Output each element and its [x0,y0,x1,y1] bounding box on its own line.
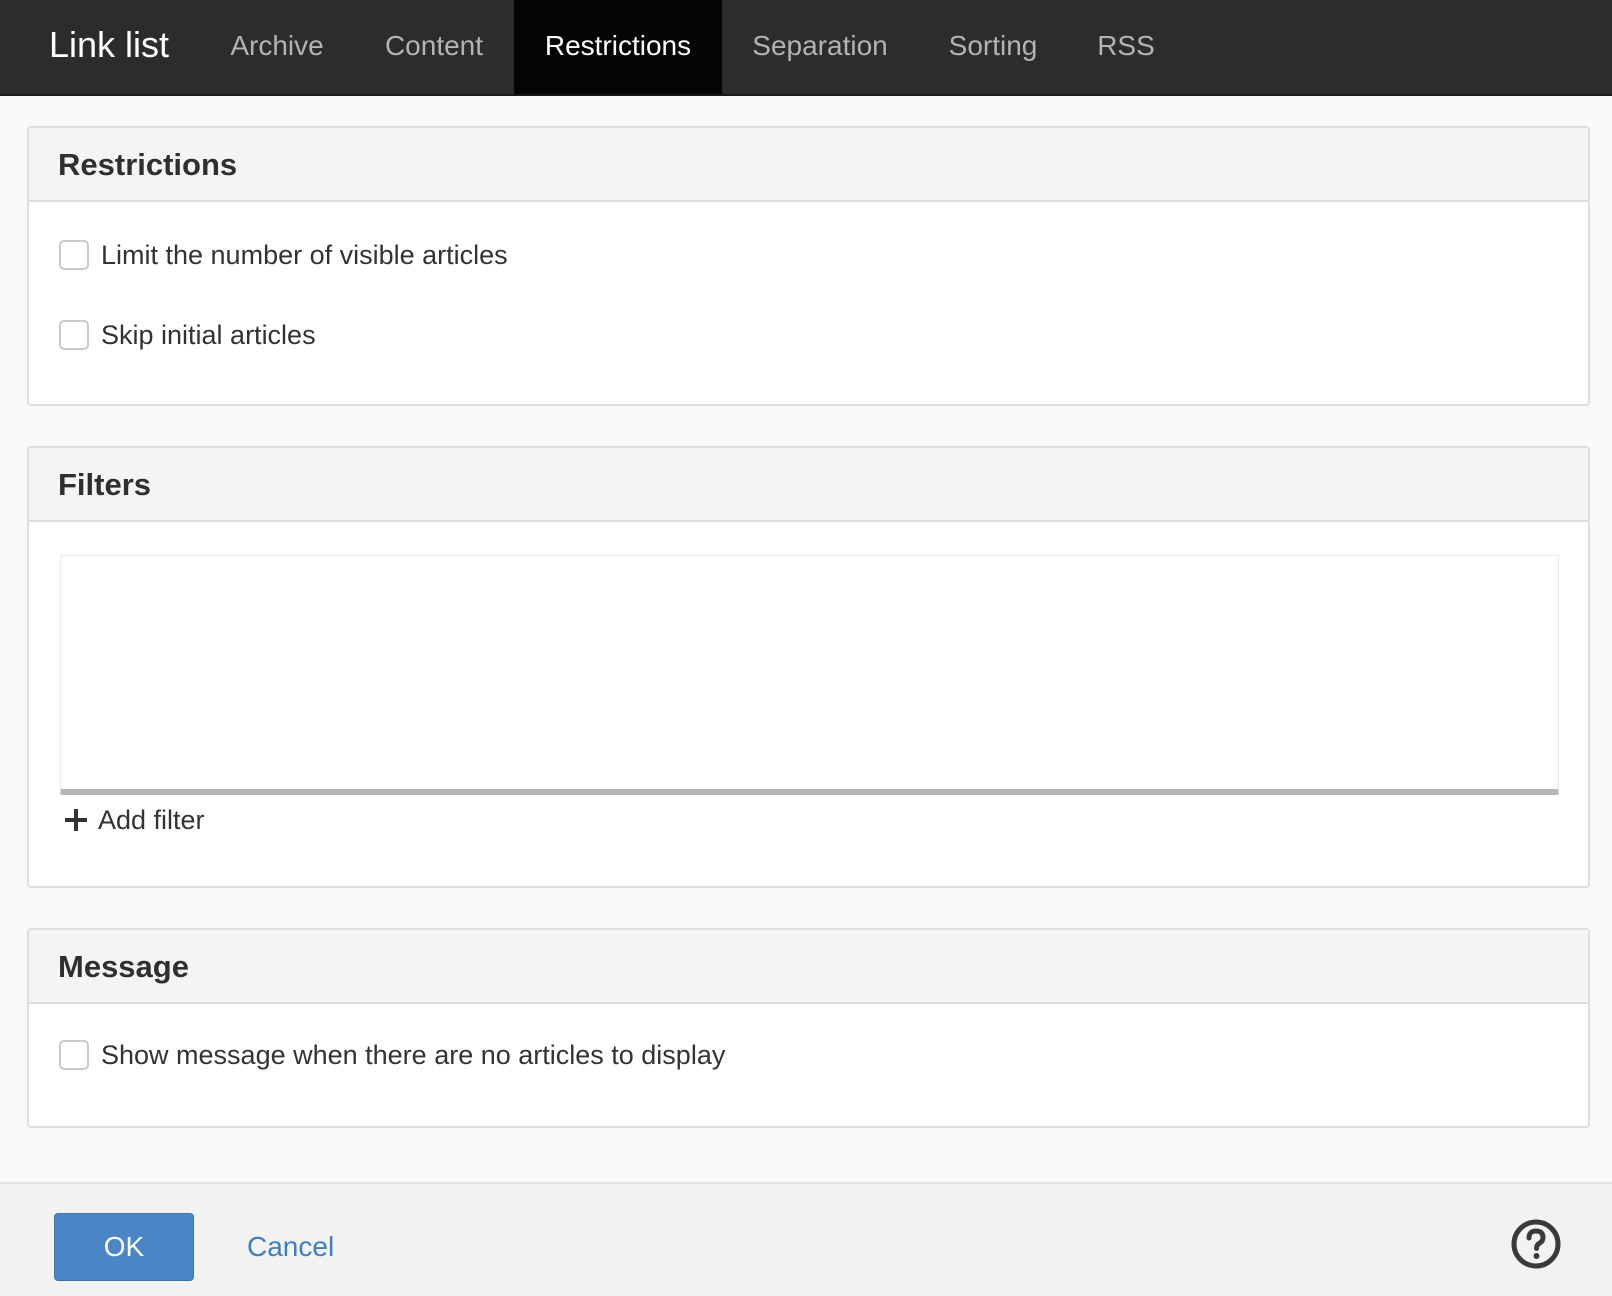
ok-button[interactable]: OK [54,1213,194,1281]
limit-visible-articles-checkbox[interactable] [59,240,89,270]
limit-visible-articles-label[interactable]: Limit the number of visible articles [101,238,508,272]
plus-icon [65,809,87,831]
top-nav-bar: Link list Archive Content Restrictions S… [0,0,1612,96]
filters-panel: Filters Add filter [27,446,1590,888]
message-panel-title: Message [29,930,1588,1004]
skip-initial-articles-label[interactable]: Skip initial articles [101,318,316,352]
restrictions-panel-title: Restrictions [29,128,1588,202]
tab-archive[interactable]: Archive [206,0,348,94]
filter-list-area[interactable] [60,555,1559,795]
message-panel: Message Show message when there are no a… [27,928,1590,1128]
tab-restrictions[interactable]: Restrictions [514,0,722,94]
restrictions-panel: Restrictions Limit the number of visible… [27,126,1590,406]
cancel-button[interactable]: Cancel [247,1213,334,1281]
show-message-label[interactable]: Show message when there are no articles … [101,1038,725,1072]
tab-content[interactable]: Content [357,0,511,94]
skip-initial-articles-checkbox[interactable] [59,320,89,350]
question-circle-icon[interactable] [1510,1218,1562,1270]
show-message-checkbox[interactable] [59,1040,89,1070]
dialog-footer: OK Cancel [0,1182,1612,1296]
app-title: Link list [49,24,170,65]
add-filter-label[interactable]: Add filter [98,803,205,837]
tab-sorting[interactable]: Sorting [920,0,1066,94]
filters-panel-title: Filters [29,448,1588,522]
tab-rss[interactable]: RSS [1070,0,1182,94]
tab-separation[interactable]: Separation [728,0,912,94]
